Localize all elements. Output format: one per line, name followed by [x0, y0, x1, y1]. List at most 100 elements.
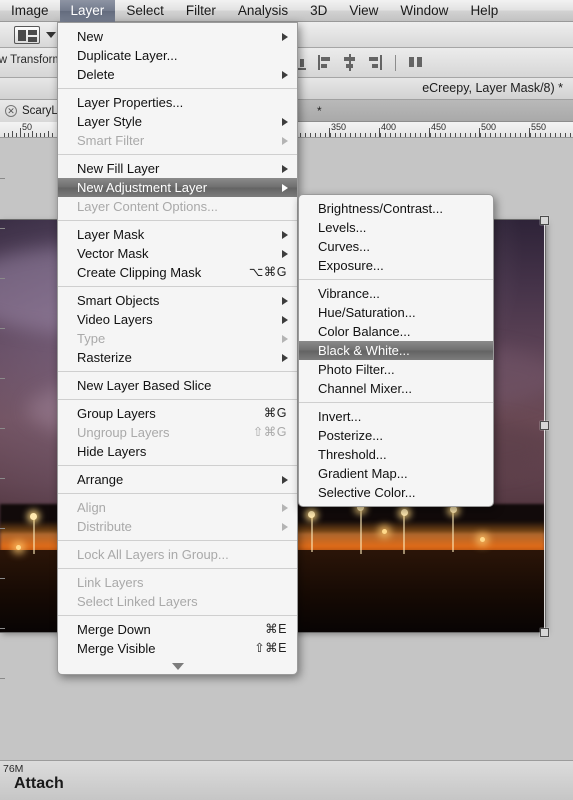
menubar-item-layer[interactable]: Layer: [59, 0, 116, 22]
photoshop-window: how Transform: [0, 0, 573, 800]
menu-item-video-layers[interactable]: Video Layers: [58, 310, 297, 329]
chevron-right-icon: [282, 250, 288, 258]
close-icon[interactable]: ✕: [5, 105, 17, 117]
menu-separator: [58, 371, 297, 372]
chevron-right-icon: [282, 184, 288, 192]
menu-item-curves[interactable]: Curves...: [299, 237, 493, 256]
transform-handle-top[interactable]: [540, 216, 549, 225]
menu-item-rasterize[interactable]: Rasterize: [58, 348, 297, 367]
menu-item-black-white[interactable]: Black & White...: [299, 341, 493, 360]
menu-item-label: Color Balance...: [318, 324, 411, 339]
new-adjustment-layer-submenu[interactable]: Brightness/Contrast... Levels... Curves...…: [298, 194, 494, 507]
menu-item-invert[interactable]: Invert...: [299, 407, 493, 426]
menubar-item-analysis[interactable]: Analysis: [227, 0, 299, 22]
menubar-item-help[interactable]: Help: [459, 0, 509, 22]
menu-item-label: Layer Mask: [77, 227, 145, 242]
menu-item-vector-mask[interactable]: Vector Mask: [58, 244, 297, 263]
menu-item-label: New Layer Based Slice: [77, 378, 212, 393]
ruler-label: 50: [22, 122, 33, 132]
menu-item-new-adjustment-layer[interactable]: New Adjustment Layer: [58, 178, 297, 197]
align-horizontal-right-icon[interactable]: [367, 54, 383, 71]
menu-item-distribute: Distribute: [58, 517, 297, 536]
menu-item-shortcut: ⌘G: [263, 406, 287, 420]
menu-item-delete[interactable]: Delete: [58, 65, 297, 84]
align-horizontal-left-icon[interactable]: [317, 54, 333, 71]
menu-item-group-layers[interactable]: Group Layers ⌘G: [58, 404, 297, 423]
menu-item-threshold[interactable]: Threshold...: [299, 445, 493, 464]
menu-item-hide-layers[interactable]: Hide Layers: [58, 442, 297, 461]
menu-item-shortcut: ⇧⌘E: [254, 641, 287, 655]
menu-item-duplicate-layer[interactable]: Duplicate Layer...: [58, 46, 297, 65]
menu-item-shortcut: ⌘E: [265, 622, 287, 636]
chevron-right-icon: [282, 137, 288, 145]
ruler-label: 350: [331, 122, 347, 132]
menu-item-label: Vibrance...: [318, 286, 380, 301]
menu-separator: [58, 286, 297, 287]
menubar-item-window[interactable]: Window: [389, 0, 459, 22]
menu-item-channel-mixer[interactable]: Channel Mixer...: [299, 379, 493, 398]
menu-item-exposure[interactable]: Exposure...: [299, 256, 493, 275]
menu-separator: [58, 568, 297, 569]
menu-item-new[interactable]: New: [58, 27, 297, 46]
menu-item-label: Create Clipping Mask: [77, 265, 202, 280]
menu-item-hue-saturation[interactable]: Hue/Saturation...: [299, 303, 493, 322]
menu-item-selective-color[interactable]: Selective Color...: [299, 483, 493, 502]
menu-item-label: Black & White...: [318, 343, 410, 358]
menu-item-gradient-map[interactable]: Gradient Map...: [299, 464, 493, 483]
align-horizontal-center-icon[interactable]: [342, 54, 358, 71]
menu-item-photo-filter[interactable]: Photo Filter...: [299, 360, 493, 379]
chevron-right-icon: [282, 354, 288, 362]
menu-item-brightness-contrast[interactable]: Brightness/Contrast...: [299, 199, 493, 218]
layer-menu[interactable]: New Duplicate Layer... Delete Layer Propert…: [57, 22, 298, 675]
chevron-right-icon: [282, 118, 288, 126]
menu-item-layer-properties[interactable]: Layer Properties...: [58, 93, 297, 112]
menu-item-label: Invert...: [318, 409, 362, 424]
transform-handle-bottom[interactable]: [540, 628, 549, 637]
menu-item-label: Group Layers: [77, 406, 156, 421]
menubar-item-select[interactable]: Select: [115, 0, 175, 22]
menu-item-merge-visible[interactable]: Merge Visible ⇧⌘E: [58, 639, 297, 658]
distribute-horizontal-icon[interactable]: [408, 54, 424, 71]
chevron-down-icon[interactable]: [46, 32, 56, 38]
menu-item-layer-style[interactable]: Layer Style: [58, 112, 297, 131]
menubar-item-view[interactable]: View: [338, 0, 389, 22]
chevron-right-icon: [282, 297, 288, 305]
menu-item-smart-objects[interactable]: Smart Objects: [58, 291, 297, 310]
chevron-right-icon: [282, 335, 288, 343]
layer-arrange-icon[interactable]: [14, 26, 40, 44]
menu-item-layer-mask[interactable]: Layer Mask: [58, 225, 297, 244]
menubar-item-filter[interactable]: Filter: [175, 0, 227, 22]
menu-item-new-layer-based-slice[interactable]: New Layer Based Slice: [58, 376, 297, 395]
menu-item-label: Ungroup Layers: [77, 425, 170, 440]
menu-item-label: Photo Filter...: [318, 362, 395, 377]
menu-item-arrange[interactable]: Arrange: [58, 470, 297, 489]
menu-item-label: Select Linked Layers: [77, 594, 198, 609]
menu-item-label: Type: [77, 331, 106, 346]
menu-item-label: Brightness/Contrast...: [318, 201, 443, 216]
menu-item-type: Type: [58, 329, 297, 348]
menu-item-create-clipping-mask[interactable]: Create Clipping Mask ⌥⌘G: [58, 263, 297, 282]
menu-item-label: New: [77, 29, 104, 44]
menu-item-color-balance[interactable]: Color Balance...: [299, 322, 493, 341]
menu-item-label: Smart Filter: [77, 133, 145, 148]
menu-separator: [58, 465, 297, 466]
menu-scroll-down-arrow[interactable]: [58, 658, 297, 674]
show-transform-label: how Transform: [0, 54, 63, 66]
menu-item-label: Rasterize: [77, 350, 132, 365]
menu-item-new-fill-layer[interactable]: New Fill Layer: [58, 159, 297, 178]
menu-separator: [58, 540, 297, 541]
menu-item-layer-content-options: Layer Content Options...: [58, 197, 297, 216]
chevron-right-icon: [282, 165, 288, 173]
menu-item-label: New Fill Layer: [77, 161, 160, 176]
menu-item-levels[interactable]: Levels...: [299, 218, 493, 237]
menu-item-vibrance[interactable]: Vibrance...: [299, 284, 493, 303]
menu-item-merge-down[interactable]: Merge Down ⌘E: [58, 620, 297, 639]
chevron-right-icon: [282, 71, 288, 79]
menubar-item-3d[interactable]: 3D: [299, 0, 338, 22]
menu-item-label: Arrange: [77, 472, 124, 487]
ruler-label: 450: [431, 122, 447, 132]
menu-item-posterize[interactable]: Posterize...: [299, 426, 493, 445]
menubar-item-image[interactable]: Image: [0, 0, 60, 22]
transform-handle-middle[interactable]: [540, 421, 549, 430]
document-size-status: 76M: [3, 763, 24, 775]
